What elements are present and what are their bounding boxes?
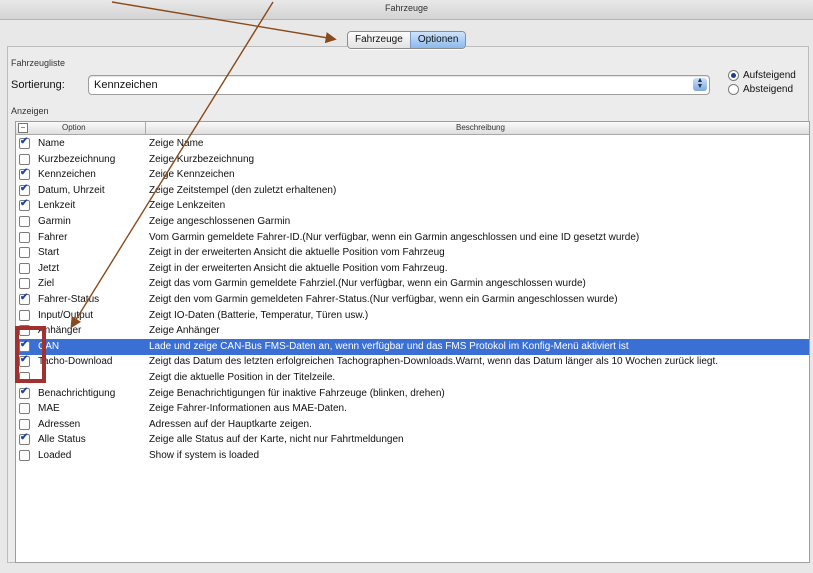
arrow-to-can-row [70,1,274,329]
annotation-arrows [70,1,337,329]
arrow-to-tabs [111,1,337,44]
fahrzeuge-window: Fahrzeuge Fahrzeuge Optionen Fahrzeuglis… [0,0,813,573]
